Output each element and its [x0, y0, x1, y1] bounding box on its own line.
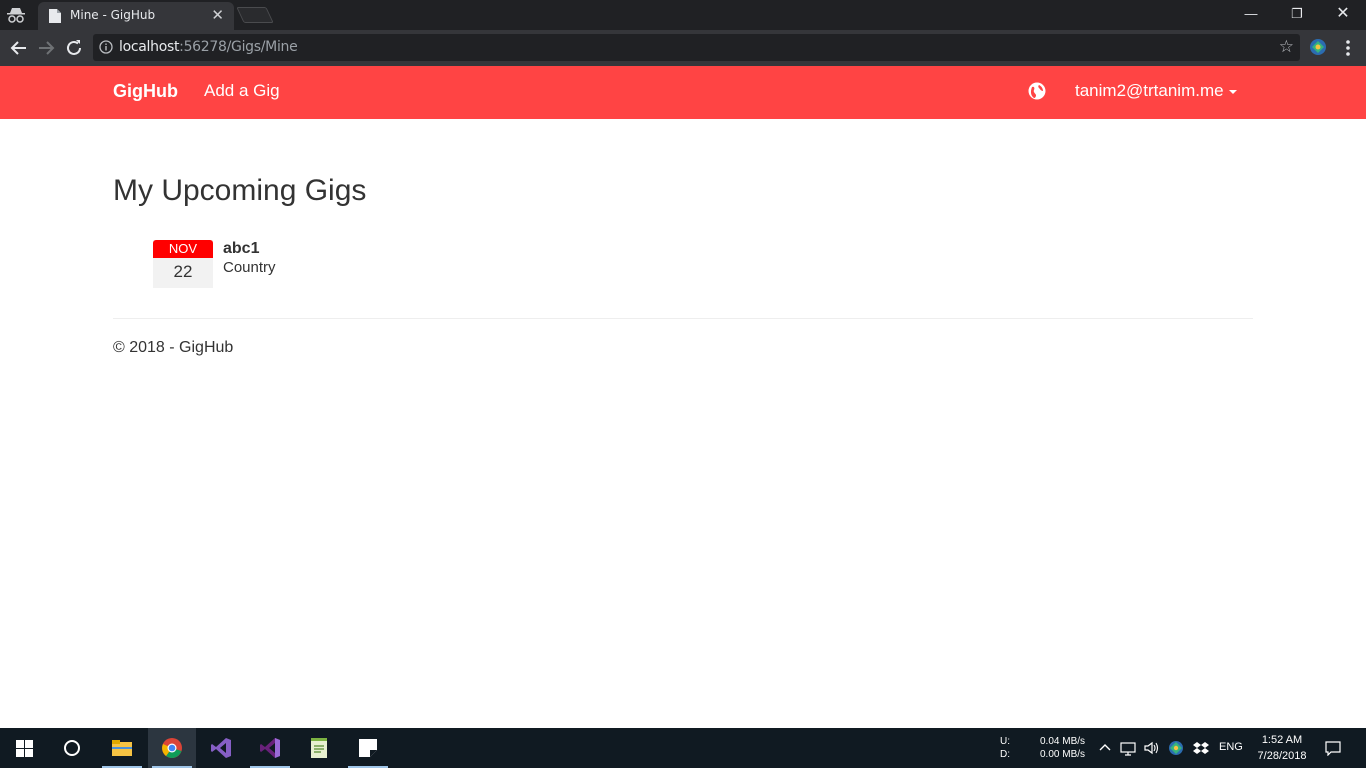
add-gig-link[interactable]: Add a Gig [204, 81, 280, 101]
windows-taskbar: U: D: 0.04 MB/s 0.00 MB/s ENG 1:52 AM 7/… [0, 728, 1366, 768]
gig-genre: Country [223, 259, 276, 276]
taskbar-notepad[interactable] [295, 728, 343, 768]
url-host: localhost [119, 39, 180, 55]
dropbox-icon[interactable] [1193, 740, 1209, 756]
notepad-icon [311, 738, 327, 758]
net-speed-values: 0.04 MB/s 0.00 MB/s [1040, 735, 1085, 761]
user-dropdown[interactable]: tanim2@trtanim.me [1075, 81, 1237, 101]
bookmark-star-icon[interactable]: ☆ [1279, 37, 1294, 57]
folder-icon [112, 740, 132, 756]
url-path: :56278/Gigs/Mine [179, 39, 298, 55]
url-text: localhost:56278/Gigs/Mine [119, 39, 298, 55]
network-icon[interactable] [1120, 740, 1136, 756]
footer-divider [113, 318, 1253, 319]
gig-month: NOV [153, 240, 213, 258]
taskbar-visual-studio[interactable] [197, 728, 245, 768]
taskbar-visual-studio-2[interactable] [246, 728, 294, 768]
gig-day: 22 [173, 262, 193, 281]
user-email: tanim2@trtanim.me [1075, 81, 1224, 100]
download-label: D: [1000, 749, 1010, 760]
app-navbar: GigHub Add a Gig tanim2@trtanim.me [0, 66, 1366, 119]
minimize-button[interactable]: — [1228, 0, 1274, 30]
system-clock[interactable]: 1:52 AM 7/28/2018 [1250, 732, 1314, 764]
address-bar[interactable]: localhost:56278/Gigs/Mine ☆ [93, 34, 1300, 61]
taskbar-file-explorer[interactable] [98, 728, 146, 768]
gig-artist: abc1 [223, 240, 260, 257]
footer-text: © 2018 - GigHub [113, 339, 234, 356]
download-speed: 0.00 MB/s [1040, 749, 1086, 760]
visual-studio-icon [260, 738, 280, 758]
taskbar-chrome[interactable] [148, 728, 196, 768]
windows-start-icon[interactable] [16, 740, 33, 757]
clock-time: 1:52 AM [1261, 734, 1303, 746]
taskbar-sticky-notes[interactable] [344, 728, 392, 768]
visual-studio-icon [211, 738, 231, 758]
browser-toolbar: localhost:56278/Gigs/Mine ☆ [0, 30, 1366, 66]
tray-app-icon[interactable] [1168, 740, 1184, 756]
new-tab-button[interactable] [236, 7, 274, 23]
action-center-icon[interactable] [1325, 740, 1341, 756]
brand-link[interactable]: GigHub [113, 81, 178, 102]
forward-arrow-icon[interactable] [35, 37, 57, 59]
chrome-icon [162, 738, 182, 758]
site-info-icon[interactable] [99, 40, 113, 54]
page-title: My Upcoming Gigs [113, 174, 367, 207]
sticky-notes-icon [359, 739, 377, 757]
upload-label: U: [1000, 736, 1010, 747]
extension-icon[interactable] [1309, 38, 1327, 56]
reload-icon[interactable] [63, 37, 85, 59]
window-close-button[interactable]: ✕ [1320, 0, 1366, 30]
language-indicator[interactable]: ENG [1219, 741, 1243, 753]
tab-title: Mine - GigHub [70, 8, 156, 22]
upload-speed: 0.04 MB/s [1040, 736, 1086, 747]
page-favicon-icon [49, 9, 61, 23]
gig-date-badge: NOV 22 [153, 240, 213, 288]
volume-icon[interactable] [1143, 740, 1159, 756]
back-arrow-icon[interactable] [8, 37, 30, 59]
clock-date: 7/28/2018 [1257, 750, 1307, 762]
restore-button[interactable]: ❐ [1274, 0, 1320, 30]
chevron-up-icon[interactable] [1097, 740, 1113, 756]
browser-tab[interactable]: Mine - GigHub ✕ [38, 2, 234, 30]
globe-icon[interactable] [1028, 82, 1046, 100]
browser-tab-strip: Mine - GigHub ✕ — ❐ ✕ [0, 0, 1366, 30]
tab-close-icon[interactable]: ✕ [211, 6, 224, 24]
cortana-search-icon[interactable] [64, 740, 80, 756]
browser-menu-icon[interactable] [1340, 37, 1356, 59]
incognito-icon [7, 8, 25, 23]
caret-down-icon [1228, 89, 1237, 94]
net-speed-labels: U: D: [1000, 735, 1010, 761]
